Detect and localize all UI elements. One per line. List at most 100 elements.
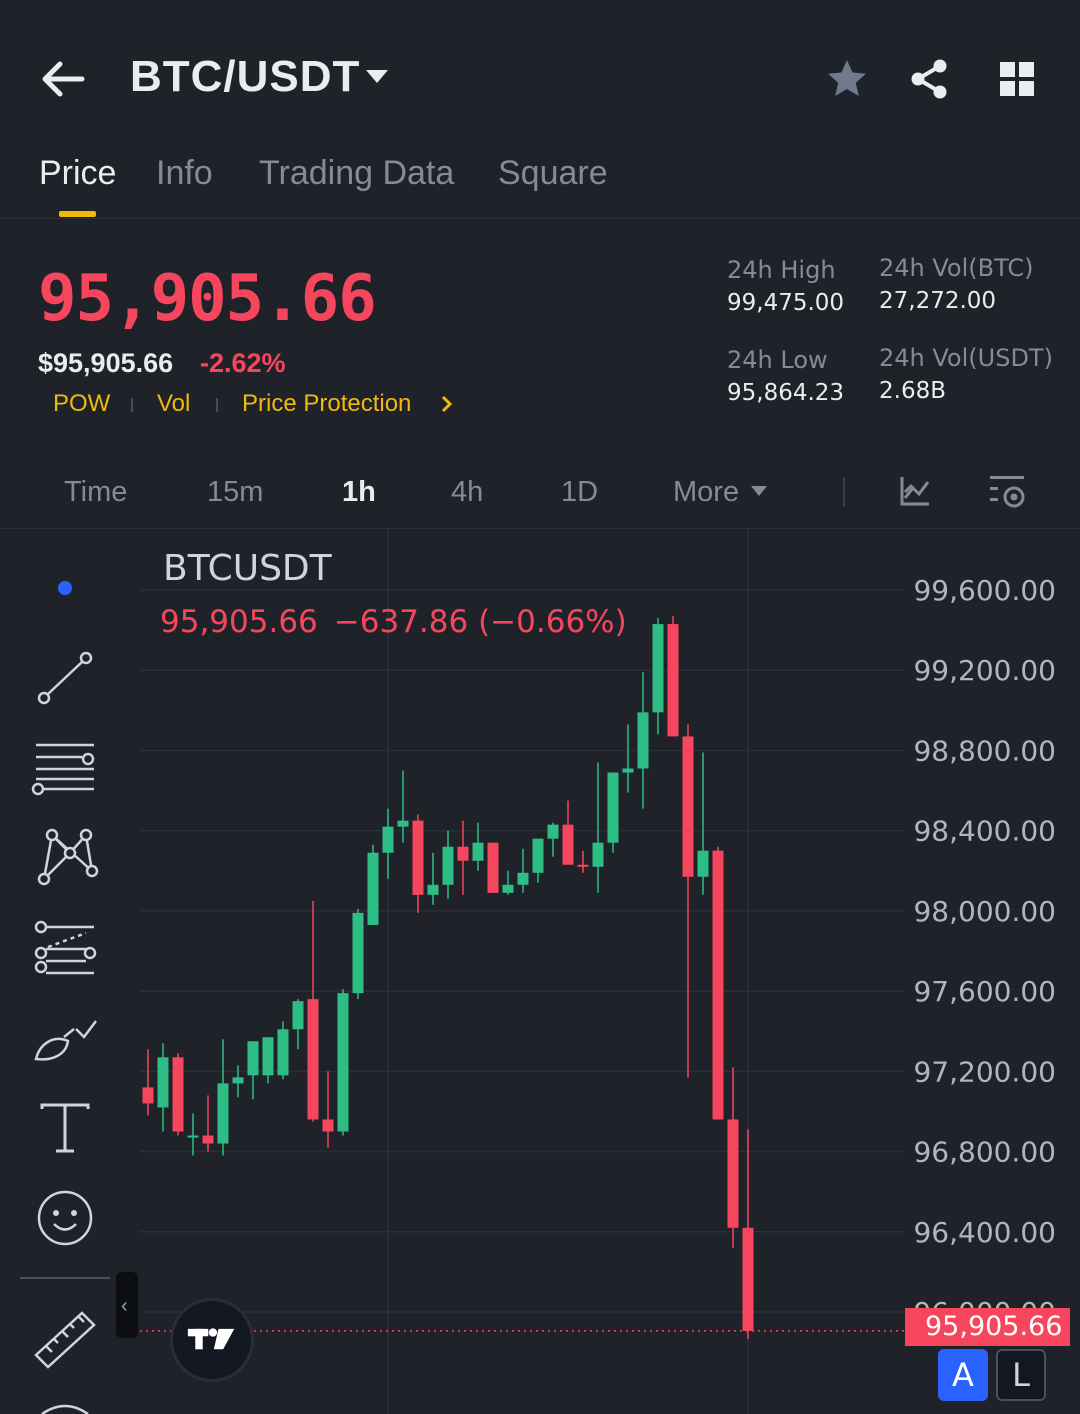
candle <box>697 752 709 895</box>
candle-body <box>637 712 649 769</box>
interval-time[interactable]: Time <box>64 476 127 509</box>
stat-low-label: 24h Low <box>727 346 828 374</box>
chevron-down-icon[interactable] <box>366 70 388 83</box>
share-icon[interactable] <box>908 58 950 100</box>
candle-body <box>427 884 439 895</box>
candle-body <box>217 1083 229 1144</box>
candle-body <box>547 824 559 839</box>
tab-price[interactable]: Price <box>39 154 116 193</box>
stat-vol-usdt-label: 24h Vol(USDT) <box>879 344 1053 372</box>
fib-retracement-icon[interactable] <box>30 913 100 983</box>
candle-body <box>292 1001 304 1030</box>
usd-price: $95,905.66 <box>38 348 174 378</box>
interval-more[interactable]: More <box>673 476 739 509</box>
candle-body <box>322 1119 334 1132</box>
stat-vol-usdt-value: 2.68B <box>879 378 946 404</box>
legend-change: −637.86 (−0.66%) <box>333 604 627 640</box>
candle-body <box>307 999 319 1120</box>
y-tick-label: 98,800.00 <box>913 734 1056 767</box>
tab-trading-data[interactable]: Trading Data <box>259 154 454 193</box>
candle <box>157 1043 169 1132</box>
candle-body <box>502 884 514 893</box>
grid-icon[interactable] <box>998 60 1036 98</box>
candle-body <box>187 1135 199 1138</box>
chevron-right-icon[interactable] <box>440 394 454 414</box>
chart-symbol: BTCUSDT <box>163 548 332 589</box>
candle <box>637 672 649 809</box>
candle <box>202 1095 214 1152</box>
tag-separator <box>216 398 218 412</box>
divider <box>843 477 845 507</box>
candle-body <box>562 824 574 865</box>
tag-price-protection[interactable]: Price Protection <box>242 390 411 418</box>
auto-scale-button[interactable]: A <box>938 1349 988 1401</box>
candle <box>652 618 664 735</box>
candle-body <box>172 1057 184 1132</box>
tab-square[interactable]: Square <box>498 154 608 193</box>
candle <box>397 770 409 843</box>
emoji-icon[interactable] <box>30 1183 100 1253</box>
candle <box>517 848 529 893</box>
back-arrow-icon[interactable] <box>40 58 86 100</box>
candle-body <box>517 872 529 885</box>
interval-15m[interactable]: 15m <box>207 476 263 509</box>
log-scale-button[interactable]: L <box>996 1349 1046 1401</box>
candle <box>247 1041 259 1100</box>
indicator-icon[interactable] <box>898 474 932 508</box>
candle <box>337 989 349 1136</box>
brush-icon[interactable] <box>30 1003 100 1073</box>
chart-settings-icon[interactable] <box>988 474 1028 510</box>
tag-pow[interactable]: POW <box>53 390 110 418</box>
chevron-left-icon[interactable]: ‹ <box>121 1295 128 1318</box>
candle-body <box>142 1087 154 1104</box>
candle <box>292 999 304 1050</box>
candle <box>487 842 499 893</box>
candle <box>592 762 604 893</box>
candle <box>217 1039 229 1156</box>
interval-4h[interactable]: 4h <box>451 476 483 509</box>
divider <box>0 528 1080 529</box>
interval-1h[interactable]: 1h <box>342 476 376 509</box>
candle <box>412 814 424 913</box>
ruler-icon[interactable] <box>30 1303 100 1373</box>
tradingview-logo[interactable] <box>170 1298 254 1382</box>
trend-line-icon[interactable] <box>30 643 100 713</box>
candle <box>277 1021 289 1080</box>
tab-info[interactable]: Info <box>156 154 213 193</box>
candlestick-chart[interactable]: 99,600.00 99,200.00 98,800.00 98,400.00 98,0… <box>0 530 1080 1414</box>
candle <box>322 1071 334 1148</box>
active-dot <box>58 581 72 595</box>
caret-down-icon[interactable] <box>751 486 767 496</box>
candle <box>232 1065 244 1098</box>
candle <box>667 616 679 737</box>
candle-body <box>472 842 484 861</box>
candle-body <box>667 624 679 737</box>
pair-title[interactable]: BTC/USDT <box>130 52 360 102</box>
star-icon[interactable] <box>826 58 868 100</box>
candle-body <box>337 993 349 1132</box>
stat-vol-btc-label: 24h Vol(BTC) <box>879 254 1034 282</box>
candle <box>547 822 559 857</box>
candle-body <box>577 864 589 867</box>
candle <box>472 822 484 871</box>
candle-body <box>277 1029 289 1076</box>
y-tick-label: 96,400.00 <box>913 1216 1056 1249</box>
stat-high-label: 24h High <box>727 256 836 284</box>
stat-vol-btc-value: 27,272.00 <box>879 288 997 314</box>
candle <box>352 908 364 1000</box>
candle-body <box>727 1119 739 1228</box>
horizontal-lines-icon[interactable] <box>30 733 100 803</box>
interval-1d[interactable]: 1D <box>561 476 598 509</box>
pattern-icon[interactable] <box>30 823 100 893</box>
candle-body <box>652 624 664 713</box>
stat-low-value: 95,864.23 <box>727 380 845 406</box>
magnet-icon[interactable] <box>40 1404 90 1414</box>
candle <box>307 900 319 1122</box>
candle <box>367 844 379 925</box>
text-tool-icon[interactable] <box>30 1093 100 1163</box>
candle-body <box>697 850 709 877</box>
tag-vol[interactable]: Vol <box>157 390 190 418</box>
candle <box>427 852 439 905</box>
candle-body <box>622 768 634 773</box>
y-tick-label: 98,000.00 <box>913 895 1056 928</box>
